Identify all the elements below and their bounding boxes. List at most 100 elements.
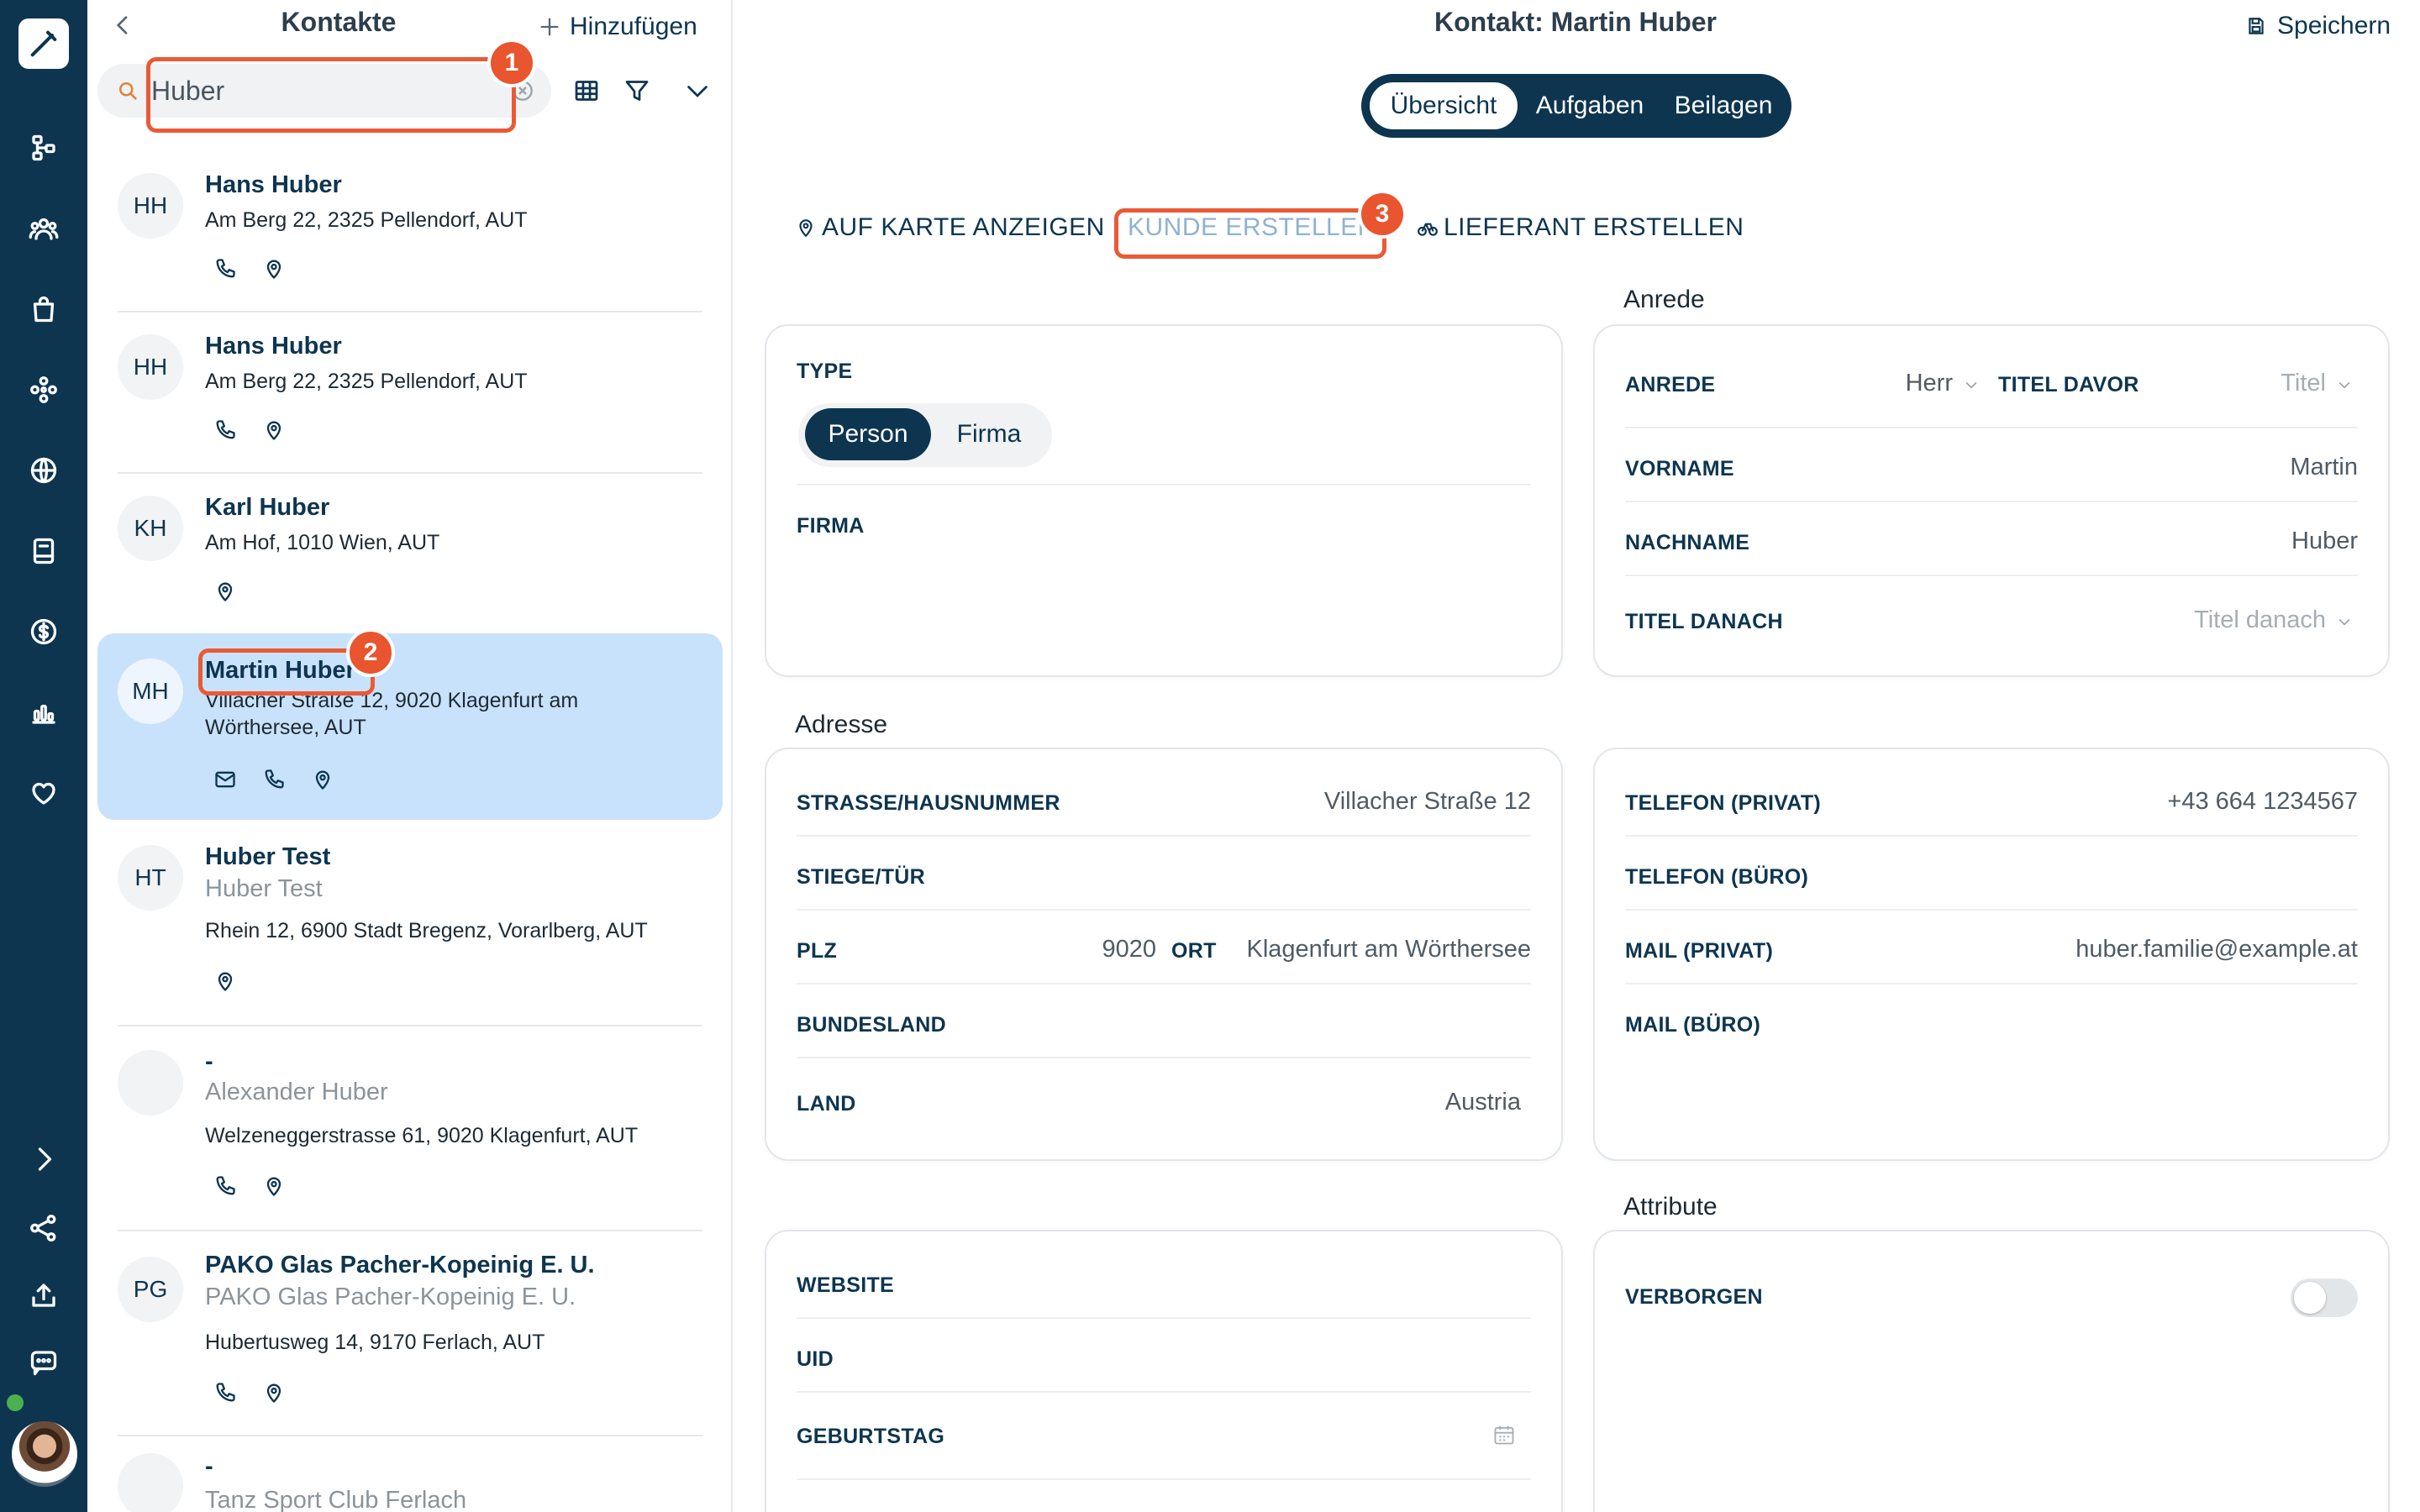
chat-icon[interactable] <box>18 1337 69 1388</box>
land-label: LAND <box>797 1092 856 1116</box>
divider <box>1625 427 2358 428</box>
divider <box>118 472 702 474</box>
misc-card <box>765 1230 1563 1512</box>
strasse-label: STRASSE/HAUSNUMMER <box>797 791 1060 815</box>
contact-item[interactable]: PG PAKO Glas Pacher-Kopeinig E. U. PAKO … <box>97 1248 723 1433</box>
chart-icon[interactable] <box>18 687 69 738</box>
titel-danach-label: TITEL DANACH <box>1625 610 1783 633</box>
contact-name: - <box>205 1048 213 1075</box>
hierarchy-icon[interactable] <box>18 123 69 173</box>
bundesland-label: BUNDESLAND <box>797 1013 946 1037</box>
mail-privat-label: MAIL (PRIVAT) <box>1625 939 1774 963</box>
customer-highlight <box>1114 208 1386 259</box>
contact-avatar <box>118 1453 183 1512</box>
plus-icon <box>540 18 559 36</box>
add-contact-button[interactable]: Hinzufügen <box>538 10 697 44</box>
heart-icon[interactable] <box>18 768 69 818</box>
share-icon[interactable] <box>18 1203 69 1253</box>
contact-item[interactable]: - Tanz Sport Club Ferlach <box>97 1453 723 1512</box>
online-status-dot <box>7 1394 24 1411</box>
bag-icon[interactable] <box>18 284 69 334</box>
tab-beilagen[interactable]: Beilagen <box>1660 82 1786 129</box>
expand-icon[interactable] <box>18 1134 69 1184</box>
plz-field[interactable]: 9020 <box>1008 936 1156 963</box>
contact-address: Rhein 12, 6900 Stadt Bregenz, Vorarlberg… <box>205 919 648 942</box>
globe-icon[interactable] <box>18 445 69 496</box>
contact-avatar <box>118 1050 183 1116</box>
show-on-map-button[interactable]: AUF KARTE ANZEIGEN <box>795 213 1105 242</box>
chevron-down-icon[interactable] <box>2336 613 2353 630</box>
vorname-field[interactable]: Martin <box>2017 454 2358 481</box>
contact-item[interactable]: HH Hans Huber Am Berg 22, 2325 Pellendor… <box>97 165 723 309</box>
nachname-field[interactable]: Huber <box>2017 528 2358 555</box>
calendar-icon[interactable] <box>1492 1423 1516 1446</box>
phone-icon[interactable] <box>213 418 237 442</box>
section-title-anrede: Anrede <box>1623 286 1705 313</box>
phone-icon[interactable] <box>213 257 237 281</box>
user-avatar[interactable] <box>12 1421 77 1487</box>
type-option-firma[interactable]: Firma <box>933 408 1045 460</box>
divider <box>797 1317 1531 1319</box>
step-badge-3: 3 <box>1358 190 1407 239</box>
filter-icon[interactable] <box>622 76 652 106</box>
anrede-label: ANREDE <box>1625 373 1716 396</box>
divider <box>797 835 1531 837</box>
divider <box>118 1025 702 1026</box>
ort-field[interactable]: Klagenfurt am Wörthersee <box>1227 936 1531 963</box>
modules-icon[interactable] <box>18 365 69 415</box>
type-card <box>765 324 1563 677</box>
create-supplier-button[interactable]: LIEFERANT ERSTELLEN <box>1417 213 1744 242</box>
location-pin-icon[interactable] <box>213 580 237 603</box>
mail-buero-label: MAIL (BÜRO) <box>1625 1013 1761 1037</box>
phone-icon[interactable] <box>262 768 286 791</box>
contact-subtitle: Alexander Huber <box>205 1079 388 1105</box>
location-pin-icon[interactable] <box>262 418 286 442</box>
location-pin-icon[interactable] <box>262 257 286 281</box>
chevron-down-icon[interactable] <box>2336 376 2353 393</box>
save-button[interactable]: Speichern <box>2245 12 2391 40</box>
chevron-down-icon[interactable] <box>1963 376 1980 393</box>
phone-icon[interactable] <box>213 1381 237 1404</box>
pen-icon[interactable] <box>18 18 69 69</box>
verborgen-toggle[interactable] <box>2291 1278 2358 1317</box>
dollar-icon[interactable] <box>18 606 69 657</box>
back-chevron-icon[interactable] <box>109 12 136 39</box>
contact-item[interactable]: KH Karl Huber Am Hof, 1010 Wien, AUT <box>97 487 723 632</box>
location-pin-icon[interactable] <box>262 1174 286 1198</box>
location-pin-icon[interactable] <box>262 1381 286 1404</box>
tab-uebersicht[interactable]: Übersicht <box>1370 82 1518 129</box>
upload-icon[interactable] <box>18 1270 69 1320</box>
contact-item[interactable]: HT Huber Test Huber Test Rhein 12, 6900 … <box>97 837 723 1021</box>
titel-davor-select[interactable]: Titel <box>2185 370 2326 397</box>
tel-privat-field[interactable]: +43 664 1234567 <box>2017 788 2358 816</box>
location-pin-icon[interactable] <box>311 768 334 791</box>
type-label: TYPE <box>797 360 853 383</box>
strasse-field[interactable]: Villacher Straße 12 <box>1176 788 1531 816</box>
contact-item[interactable]: - Alexander Huber Welzeneggerstrasse 61,… <box>97 1042 723 1226</box>
mail-privat-field[interactable]: huber.familie@example.at <box>1933 936 2358 963</box>
nachname-label: NACHNAME <box>1625 531 1750 554</box>
show-on-map-label: AUF KARTE ANZEIGEN <box>822 213 1105 241</box>
contact-item-selected[interactable]: MH Martin Huber Villacher Straße 12, 902… <box>97 633 723 820</box>
geburtstag-label: GEBURTSTAG <box>797 1425 945 1448</box>
land-select[interactable]: Austria <box>1260 1089 1521 1116</box>
book-icon[interactable] <box>18 526 69 576</box>
table-view-icon[interactable] <box>571 76 602 106</box>
phone-icon[interactable] <box>213 1174 237 1198</box>
anrede-select[interactable]: Herr <box>1849 370 1953 397</box>
titel-danach-select[interactable]: Titel danach <box>2084 606 2326 634</box>
save-icon <box>2249 18 2264 34</box>
mail-icon[interactable] <box>213 768 237 791</box>
divider <box>1625 983 2358 984</box>
tab-aufgaben[interactable]: Aufgaben <box>1523 82 1657 129</box>
chevron-down-icon[interactable] <box>682 76 713 106</box>
people-icon[interactable] <box>18 203 69 254</box>
contact-subtitle: Tanz Sport Club Ferlach <box>205 1487 467 1512</box>
contact-name: Hans Huber <box>205 171 342 198</box>
contact-name: Huber Test <box>205 843 331 870</box>
contacts-title: Kontakte <box>281 7 397 37</box>
type-option-person[interactable]: Person <box>805 408 931 460</box>
contact-item[interactable]: HH Hans Huber Am Berg 22, 2325 Pellendor… <box>97 326 723 470</box>
location-pin-icon[interactable] <box>213 969 237 993</box>
divider <box>797 1057 1531 1058</box>
